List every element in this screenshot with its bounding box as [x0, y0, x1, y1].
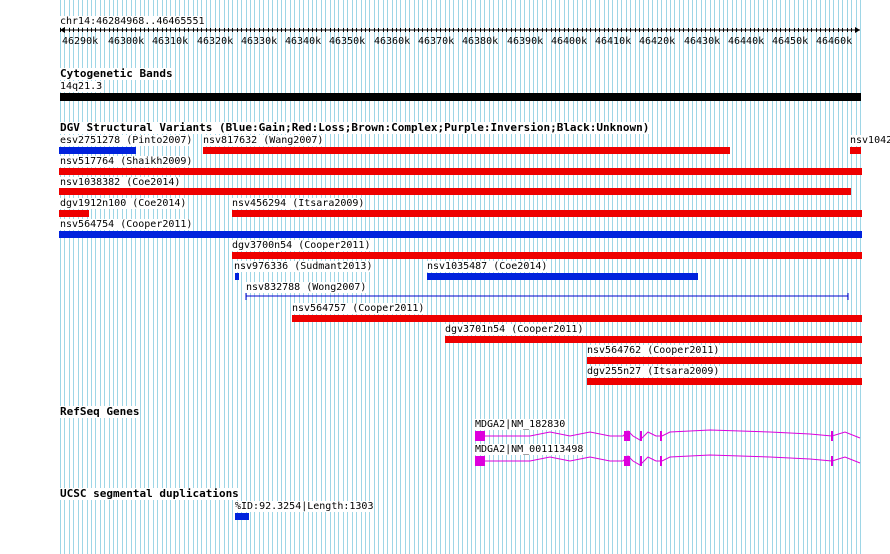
- feature-label: nsv1042: [850, 135, 890, 146]
- feature-label: nsv456294 (Itsara2009): [232, 198, 366, 209]
- loss-variant-bar[interactable]: [232, 210, 862, 217]
- loss-variant-bar[interactable]: [59, 210, 89, 217]
- feature-label: nsv1035487 (Coe2014): [427, 261, 549, 272]
- ruler-tick-label: 46330k: [241, 36, 278, 47]
- feature-label: nsv564757 (Cooper2011): [292, 303, 426, 314]
- ruler-tick-label: 46370k: [418, 36, 455, 47]
- loss-variant-bar[interactable]: [203, 147, 730, 154]
- track-title-refseq-genes[interactable]: RefSeq Genes: [60, 406, 140, 418]
- feature-label: dgv1912n100 (Coe2014): [60, 198, 188, 209]
- ruler-tick-label: 46460k: [816, 36, 853, 47]
- ruler-tick-label: 46350k: [329, 36, 366, 47]
- gain-variant-bar[interactable]: [235, 273, 239, 280]
- ruler-tick-label: 46410k: [595, 36, 632, 47]
- ruler-axis: [60, 27, 860, 33]
- loss-variant-bar[interactable]: [232, 252, 862, 259]
- loss-variant-bar[interactable]: [587, 378, 862, 385]
- ruler-tick-label: 46430k: [684, 36, 721, 47]
- ruler-tick-label: 46360k: [374, 36, 411, 47]
- track-title-dgv[interactable]: DGV Structural Variants (Blue:Gain;Red:L…: [60, 122, 650, 134]
- feature-label: nsv1038382 (Coe2014): [60, 177, 182, 188]
- ruler-tick-label: 46440k: [728, 36, 765, 47]
- track-title-cytogenetic-bands[interactable]: Cytogenetic Bands: [60, 68, 173, 80]
- gain-variant-bar[interactable]: [427, 273, 698, 280]
- loss-variant-bar[interactable]: [59, 168, 862, 175]
- gene-model-nm-182830[interactable]: [475, 429, 861, 441]
- cytoband-bar[interactable]: [60, 93, 861, 101]
- feature-label: dgv3700n54 (Cooper2011): [232, 240, 372, 251]
- ruler-tick-label: 46420k: [639, 36, 676, 47]
- loss-variant-bar[interactable]: [445, 336, 862, 343]
- ruler-tick-label: 46310k: [152, 36, 189, 47]
- gain-variant-bar[interactable]: [59, 147, 136, 154]
- gene-model-nm-001113498[interactable]: [475, 454, 861, 466]
- feature-label: dgv255n27 (Itsara2009): [587, 366, 721, 377]
- feature-label: nsv517764 (Shaikh2009): [60, 156, 194, 167]
- feature-label: nsv564762 (Cooper2011): [587, 345, 721, 356]
- loss-variant-bar[interactable]: [292, 315, 862, 322]
- ruler-tick-label: 46320k: [197, 36, 234, 47]
- ruler-tick-label: 46290k: [62, 36, 99, 47]
- ruler-tick-label: 46380k: [462, 36, 499, 47]
- ruler-tick-label: 46300k: [108, 36, 145, 47]
- feature-label: dgv3701n54 (Cooper2011): [445, 324, 585, 335]
- segdup-label: %ID:92.3254|Length:1303: [235, 501, 375, 512]
- feature-label: nsv564754 (Cooper2011): [60, 219, 194, 230]
- ruler-tick-label: 46390k: [507, 36, 544, 47]
- loss-variant-bar[interactable]: [587, 357, 862, 364]
- cytoband-label: 14q21.3: [60, 81, 104, 92]
- ruler-tick-label: 46450k: [772, 36, 809, 47]
- feature-label: esv2751278 (Pinto2007): [60, 135, 194, 146]
- gain-variant-bar[interactable]: [59, 231, 862, 238]
- gene-models[interactable]: [470, 426, 862, 470]
- feature-label: nsv976336 (Sudmant2013): [234, 261, 374, 272]
- ruler-tick-label: 46400k: [551, 36, 588, 47]
- ruler-tick-label: 46340k: [285, 36, 322, 47]
- segdup-bar[interactable]: [235, 513, 249, 520]
- loss-variant-bar[interactable]: [850, 147, 861, 154]
- inversion-variant-line[interactable]: [245, 292, 851, 301]
- track-title-segmental-duplications[interactable]: UCSC segmental duplications: [60, 488, 239, 500]
- feature-label: nsv817632 (Wang2007): [203, 135, 325, 146]
- loss-variant-bar[interactable]: [59, 188, 851, 195]
